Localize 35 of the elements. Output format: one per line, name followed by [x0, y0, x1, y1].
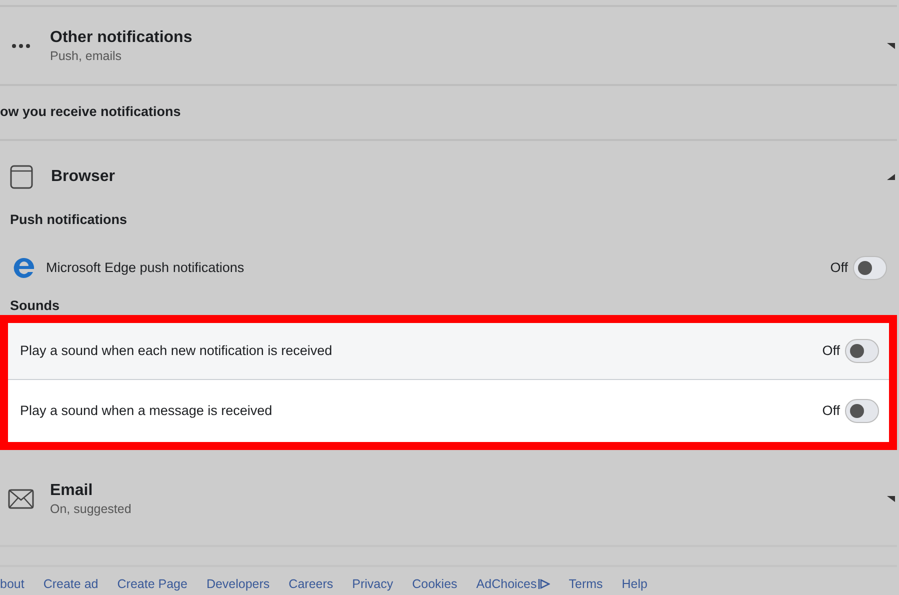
setting-label: Play a sound when a message is received — [20, 402, 274, 420]
footer-link[interactable]: Create Page — [117, 574, 188, 594]
state-label: Off — [830, 258, 848, 277]
footer-link[interactable]: Create ad — [43, 574, 98, 594]
adchoices-icon — [538, 578, 550, 590]
state-label: Off — [822, 402, 840, 420]
group-heading: Sounds — [10, 299, 60, 313]
envelope-icon — [8, 488, 34, 508]
toggle-switch[interactable] — [845, 399, 879, 423]
browser-logo-icon — [12, 256, 36, 280]
footer-link[interactable]: AdChoices — [476, 574, 550, 594]
section-title: Other notifications — [50, 28, 194, 48]
more-icon — [12, 44, 30, 48]
footer-link[interactable]: bout — [0, 574, 24, 594]
section-title: Browser — [51, 167, 116, 187]
section-title: Email — [50, 480, 94, 500]
section-subtitle: Push, emails — [50, 48, 123, 64]
caret-icon[interactable] — [887, 42, 895, 48]
caret-icon[interactable] — [887, 496, 895, 502]
setting-label: Microsoft Edge push notifications — [46, 258, 246, 277]
state-label: Off — [822, 342, 840, 360]
browser-window-icon — [10, 165, 33, 189]
toggle-switch[interactable] — [845, 339, 879, 363]
toggle-switch[interactable] — [853, 256, 887, 280]
footer-link[interactable]: Developers — [206, 574, 270, 594]
setting-label: Play a sound when each new notification is received — [20, 342, 334, 360]
footer-link[interactable]: Terms — [568, 574, 603, 594]
caret-icon[interactable] — [887, 174, 895, 180]
section-heading: ow you receive notifications — [0, 103, 181, 122]
section-subtitle: On, suggested — [50, 500, 132, 516]
footer-link[interactable]: Cookies — [412, 574, 458, 594]
group-heading: Push notifications — [10, 210, 128, 229]
footer-link[interactable]: Privacy — [352, 574, 394, 594]
footer-link[interactable]: Careers — [288, 574, 334, 594]
footer-link[interactable]: Help — [622, 574, 648, 594]
